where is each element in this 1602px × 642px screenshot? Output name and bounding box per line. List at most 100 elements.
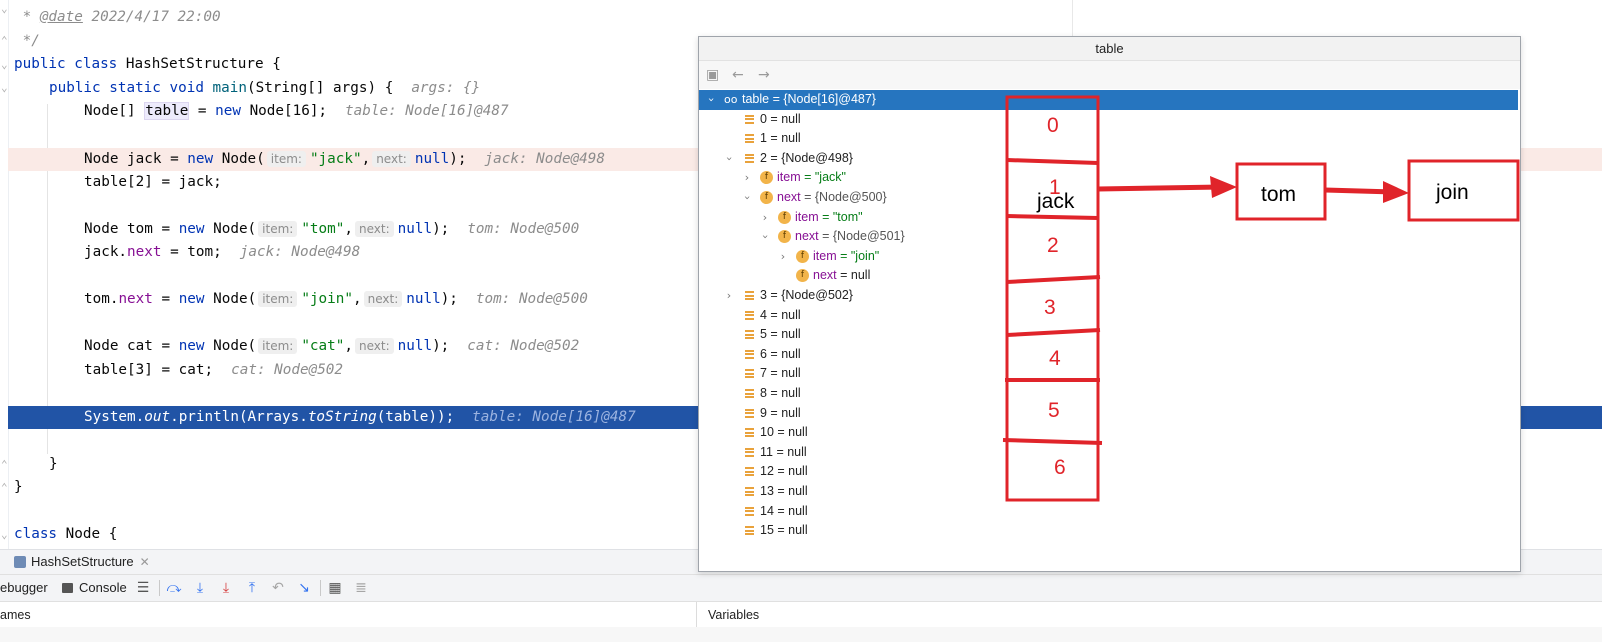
tree-row[interactable]: › f item = "join"	[699, 247, 1518, 267]
array-index-label: 2	[1047, 234, 1059, 257]
step-over-icon[interactable]: ⤼	[166, 580, 182, 596]
chevron-down-icon[interactable]: ›	[719, 153, 739, 165]
code-line-table2: table[2] = jack;	[84, 174, 222, 190]
fold-marker-icon[interactable]: ⌃	[1, 34, 8, 47]
array-element-icon	[745, 134, 754, 144]
tree-row[interactable]: 9 = null	[699, 404, 1518, 424]
chevron-right-icon[interactable]: ›	[777, 247, 789, 267]
tree-row[interactable]: 11 = null	[699, 443, 1518, 463]
tree-row[interactable]: f next = null	[699, 266, 1518, 286]
fold-marker-icon[interactable]: ⌃	[1, 458, 8, 471]
chevron-right-icon[interactable]: ›	[741, 168, 753, 188]
fold-marker-icon[interactable]: ⌄	[1, 58, 8, 71]
row-label: 0 = null	[760, 111, 801, 126]
row-label: table = {Node[16]@487}	[742, 92, 876, 106]
back-arrow-icon[interactable]: ←	[732, 67, 744, 83]
fold-marker-icon[interactable]: ⌄	[1, 528, 8, 541]
code-line-comment-close: */	[14, 33, 40, 49]
console-icon	[62, 583, 73, 593]
row-label: 10 = null	[760, 425, 808, 440]
evaluate-expression-icon[interactable]: ▦	[327, 580, 343, 596]
tree-row[interactable]: 14 = null	[699, 502, 1518, 522]
step-into-icon[interactable]: ⤓	[192, 580, 208, 596]
field-icon: f	[760, 191, 773, 204]
tab-debugger[interactable]: ebugger	[0, 579, 48, 597]
popup-toolbar: ▣ ← →	[699, 61, 1520, 89]
chevron-down-icon[interactable]: ›	[737, 192, 757, 204]
code-line-tom-next: tom.next = new Node(item: "join", next: nul…	[84, 291, 588, 307]
code-line-date: * @date 2022/4/17 22:00	[14, 9, 221, 25]
node-label-jack: jack	[1037, 190, 1075, 213]
tab-console[interactable]: Console	[62, 579, 127, 597]
chevron-right-icon[interactable]: ›	[723, 286, 735, 306]
popup-title[interactable]: table	[699, 37, 1520, 61]
step-out-icon[interactable]: ⤒	[244, 580, 260, 596]
code-line-table3: table[3] = cat; cat: Node@502	[84, 362, 344, 378]
row-label: 14 = null	[760, 503, 808, 518]
row-label: 13 = null	[760, 484, 808, 498]
watch-glasses-icon: oo	[724, 93, 738, 106]
array-element-icon	[745, 526, 754, 536]
fold-marker-icon[interactable]: ⌄	[1, 2, 8, 15]
variable-inspect-popup[interactable]: table ▣ ← → › oo table = {Node[16]@487} …	[698, 36, 1521, 572]
tree-row[interactable]: 8 = null	[699, 384, 1518, 404]
row-label: next = {Node@500}	[777, 190, 887, 204]
variables-panel-body	[0, 627, 1602, 642]
field-icon: f	[778, 210, 791, 224]
row-label: next = {Node@501}	[795, 229, 905, 244]
code-line-close-brace: }	[14, 479, 23, 495]
fold-marker-icon[interactable]: ⌃	[1, 481, 8, 494]
tree-row-table[interactable]: › oo table = {Node[16]@487}	[699, 90, 1518, 110]
tree-row[interactable]: › 2 = {Node@498}	[699, 149, 1518, 169]
row-label: 15 = null	[760, 523, 808, 538]
array-element-icon	[745, 114, 754, 124]
tree-row[interactable]: 15 = null	[699, 521, 1518, 541]
tree-row[interactable]: › 3 = {Node@502}	[699, 286, 1518, 306]
array-index-label: 0	[1047, 114, 1059, 137]
tree-row[interactable]: 1 = null	[699, 129, 1518, 149]
tree-view-icon[interactable]: ▣	[706, 67, 719, 83]
tab-hashsetstructure[interactable]: HashSetStructure ✕	[8, 552, 156, 572]
tree-row[interactable]: 5 = null	[699, 325, 1518, 345]
close-icon[interactable]: ✕	[140, 555, 150, 569]
row-label: 7 = null	[760, 366, 801, 381]
chevron-down-icon[interactable]: ›	[755, 231, 775, 243]
field-icon: f	[778, 230, 791, 244]
tree-row[interactable]: 10 = null	[699, 423, 1518, 443]
run-to-cursor-icon[interactable]: ↘	[296, 580, 312, 596]
tree-row[interactable]: 7 = null	[699, 364, 1518, 384]
drop-frame-icon[interactable]: ↶	[270, 580, 286, 596]
toolbar-separator	[320, 580, 321, 596]
row-label: 8 = null	[760, 386, 801, 400]
tree-row[interactable]: 4 = null	[699, 306, 1518, 326]
tree-row[interactable]: › f next = {Node@500}	[699, 188, 1518, 208]
node-label-join: join	[1436, 181, 1469, 204]
row-label: 6 = null	[760, 346, 801, 361]
run-config-icon	[14, 556, 26, 568]
tree-row[interactable]: 13 = null	[699, 482, 1518, 502]
tree-row[interactable]: › f item = "jack"	[699, 168, 1518, 188]
force-step-into-icon[interactable]: ⤓	[218, 580, 234, 596]
tree-row[interactable]: 12 = null	[699, 462, 1518, 482]
tree-row[interactable]: › f next = {Node@501}	[699, 227, 1518, 247]
code-line-table-init: Node[] table = new Node[16]; table: Node[…	[84, 102, 509, 120]
menu-icon[interactable]: ☰	[135, 580, 151, 596]
trace-icon[interactable]: ≣	[353, 580, 369, 596]
code-line-main-decl: public static void main(String[] args) {…	[49, 80, 481, 96]
tree-row[interactable]: › f item = "tom"	[699, 208, 1518, 228]
param-hint: next:	[354, 338, 394, 354]
row-label: 4 = null	[760, 307, 801, 322]
console-label: Console	[79, 580, 127, 595]
fold-marker-icon[interactable]: ⌄	[1, 81, 8, 94]
code-line-jack-next: jack.next = tom; jack: Node@498	[84, 244, 361, 260]
field-icon: f	[796, 249, 809, 263]
array-index-label: 5	[1048, 399, 1060, 422]
chevron-down-icon[interactable]: ›	[701, 94, 721, 106]
tree-row[interactable]: 6 = null	[699, 345, 1518, 365]
chevron-right-icon[interactable]: ›	[759, 208, 771, 228]
code-line-class-decl: public class HashSetStructure {	[14, 56, 281, 72]
row-label: item = "jack"	[777, 170, 846, 185]
forward-arrow-icon[interactable]: →	[758, 67, 770, 83]
tree-row[interactable]: 0 = null	[699, 110, 1518, 130]
panel-divider[interactable]	[696, 602, 697, 628]
